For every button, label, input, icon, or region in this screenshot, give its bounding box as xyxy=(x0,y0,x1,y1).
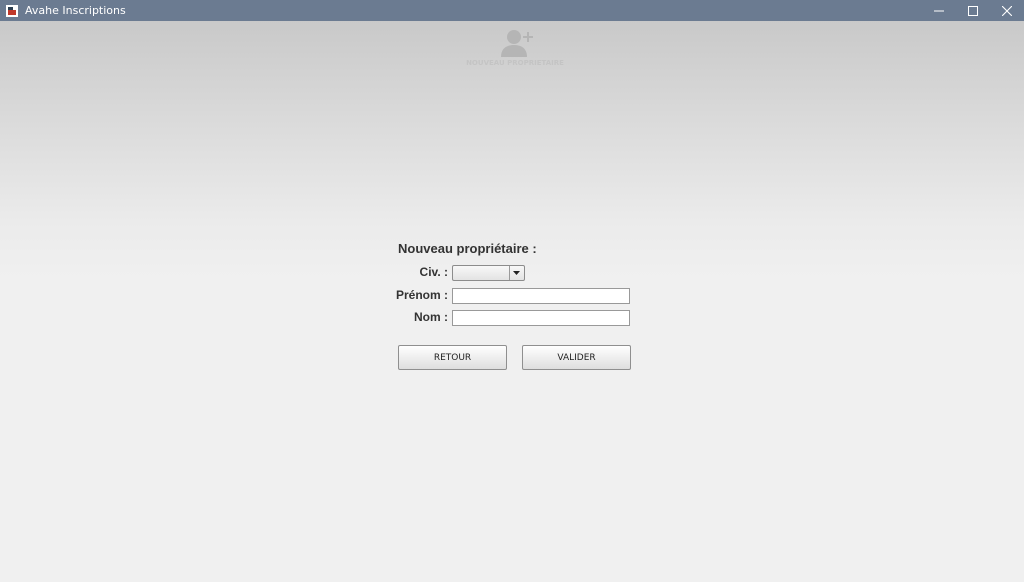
window-controls xyxy=(922,0,1024,21)
valider-button[interactable]: VALIDER xyxy=(522,345,631,370)
civ-dropdown[interactable] xyxy=(452,265,525,281)
prenom-field[interactable] xyxy=(452,288,630,304)
prenom-label: Prénom : xyxy=(395,288,448,302)
add-user-icon xyxy=(501,30,533,57)
close-icon[interactable] xyxy=(990,0,1024,21)
chevron-down-icon xyxy=(513,271,520,275)
window-title: Avahe Inscriptions xyxy=(25,4,126,17)
header-label: NOUVEAU PROPRIETAIRE xyxy=(466,59,564,67)
app-icon xyxy=(6,4,18,17)
main-content: NOUVEAU PROPRIETAIRE Nouveau propriétair… xyxy=(0,21,1024,582)
civ-label: Civ. : xyxy=(419,265,448,279)
minimize-icon[interactable] xyxy=(922,0,956,21)
retour-button[interactable]: RETOUR xyxy=(398,345,507,370)
dropdown-divider xyxy=(509,266,510,280)
window-titlebar[interactable]: Avahe Inscriptions xyxy=(0,0,1024,21)
nom-field[interactable] xyxy=(452,310,630,326)
maximize-icon[interactable] xyxy=(956,0,990,21)
form-title: Nouveau propriétaire : xyxy=(398,241,537,256)
nom-label: Nom : xyxy=(414,310,448,324)
